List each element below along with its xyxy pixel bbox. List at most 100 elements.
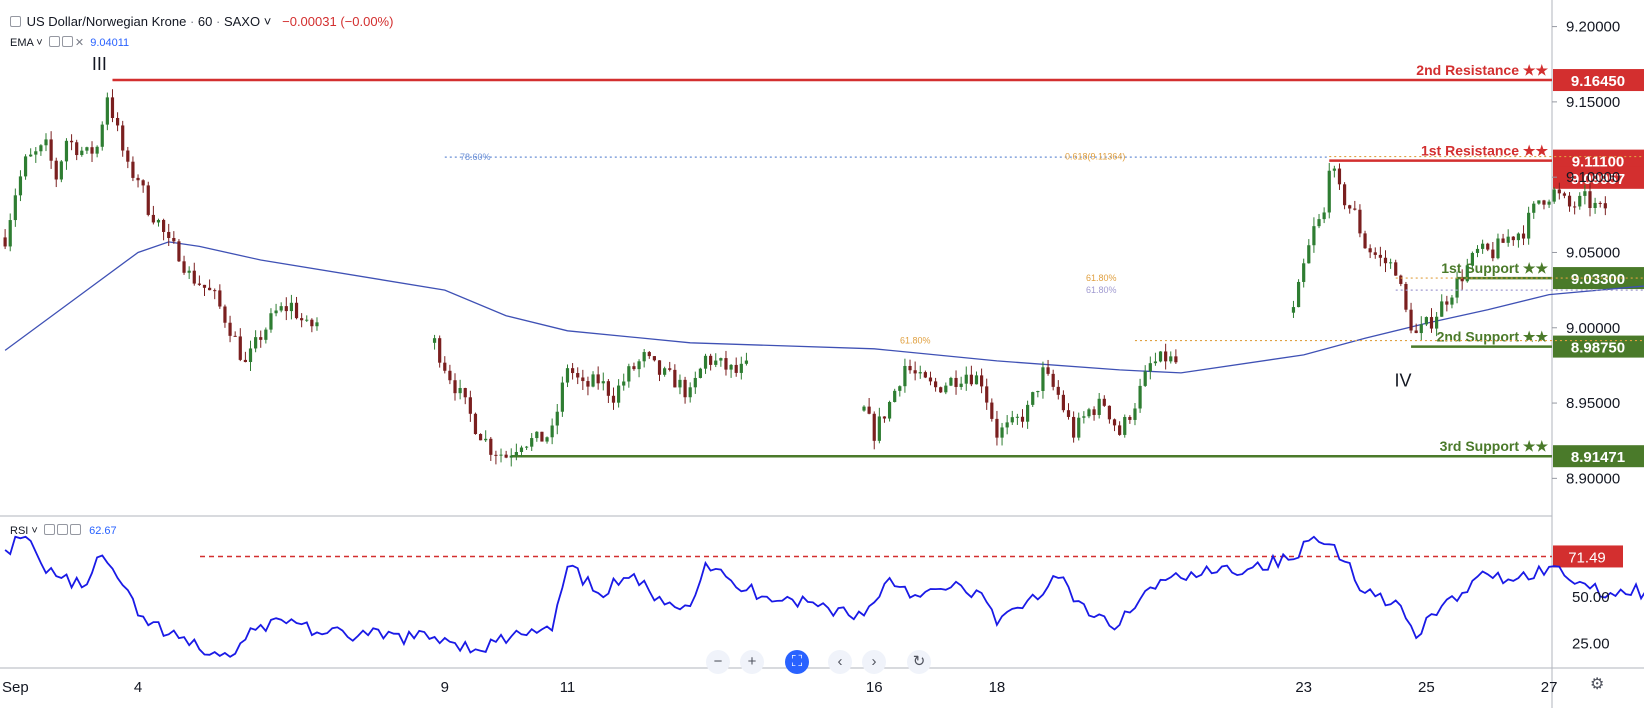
candle-body	[1107, 405, 1112, 420]
candle-body	[432, 338, 437, 343]
candle-body	[448, 370, 452, 381]
candle-body	[1046, 367, 1050, 374]
symbol-name[interactable]: US Dollar/Norwegian Krone	[27, 14, 187, 29]
candle-body	[1537, 200, 1541, 204]
level-price-label: 9.03300	[1571, 271, 1625, 288]
candle-body	[1138, 385, 1142, 409]
candle-body	[1322, 212, 1326, 220]
candle-body	[688, 387, 692, 398]
candle-body	[315, 322, 319, 327]
candle-body	[1332, 168, 1336, 171]
candle-body	[1123, 416, 1127, 435]
interval-label[interactable]: 60	[198, 14, 212, 29]
candle-body	[1296, 281, 1301, 308]
candle-body	[514, 452, 518, 456]
gear-icon[interactable]	[56, 524, 68, 535]
candle-body	[463, 388, 467, 398]
candle-body	[1440, 301, 1444, 317]
candle-body	[438, 338, 442, 363]
collapse-square-icon[interactable]	[10, 16, 21, 27]
candle-body	[1072, 416, 1076, 438]
reset-view-button[interactable]: ⛶	[785, 650, 809, 674]
candle-body	[709, 355, 713, 365]
scroll-right-button[interactable]: ›	[862, 650, 886, 674]
candle-body	[617, 385, 621, 403]
chevron-down-icon[interactable]: ˅	[264, 14, 272, 29]
candle-body	[269, 313, 273, 330]
candle-body	[100, 124, 104, 147]
chevron-down-icon[interactable]: ˅	[31, 525, 37, 537]
candle-body	[49, 139, 53, 161]
eye-icon[interactable]	[43, 524, 55, 535]
candle-body	[862, 406, 866, 411]
scroll-left-button[interactable]: ‹	[828, 650, 852, 674]
candle-body	[1015, 416, 1019, 418]
candle-body	[969, 374, 973, 385]
candle-body	[1583, 191, 1587, 196]
candle-body	[1363, 233, 1367, 249]
candle-body	[259, 337, 263, 340]
chevron-down-icon[interactable]: ˅	[36, 37, 42, 49]
candle-body	[678, 379, 682, 388]
candle-body	[1133, 408, 1137, 420]
candle-body	[1465, 265, 1469, 282]
candle-body	[499, 454, 503, 456]
candle-body	[69, 140, 74, 143]
candle-body	[1368, 248, 1372, 253]
price-tick-label: 8.90000	[1566, 470, 1620, 487]
candle-body	[1389, 262, 1393, 264]
close-icon[interactable]: ✕	[75, 37, 84, 49]
candle-body	[305, 319, 309, 321]
candle-body	[34, 151, 38, 155]
price-change: −0.00031 (−0.00%)	[282, 14, 394, 29]
fib-label: 0.618(9.11364)	[1065, 152, 1125, 162]
candle-body	[887, 401, 892, 419]
candle-body	[284, 306, 288, 312]
candle-body	[1031, 392, 1035, 405]
wave-label: IV	[1395, 371, 1412, 391]
candle-body	[1399, 275, 1403, 284]
candle-body	[294, 302, 299, 319]
fib-label: 61.80%	[1086, 273, 1117, 283]
candle-body	[289, 302, 294, 312]
ema-label[interactable]: EMA	[10, 37, 33, 49]
candle-body	[18, 176, 23, 196]
fib-label: 61.80%	[900, 336, 931, 346]
gear-icon[interactable]	[61, 36, 73, 47]
candle-body	[1557, 189, 1561, 194]
candle-body	[162, 219, 166, 232]
gear-icon[interactable]: ⚙	[1590, 674, 1604, 694]
candle-body	[1516, 233, 1521, 241]
price-tick-label: 8.95000	[1566, 395, 1620, 412]
rsi-level-label: 71.49	[1568, 549, 1606, 566]
level-name: 3rd Support ★★	[1440, 438, 1549, 454]
candle-body	[1552, 189, 1556, 202]
candle-body	[136, 177, 140, 181]
candle-body	[1511, 236, 1515, 241]
candle-body	[918, 372, 922, 374]
candle-body	[1383, 257, 1388, 264]
candle-body	[698, 368, 703, 378]
price-tick-label: 9.00000	[1566, 320, 1620, 337]
zoom-out-button[interactable]: −	[706, 650, 730, 674]
close-icon[interactable]	[69, 524, 81, 535]
candle-body	[197, 283, 201, 285]
rsi-legend: RSI ˅ 62.67	[10, 524, 117, 537]
rsi-tick-label: 25.00	[1572, 636, 1610, 653]
zoom-in-button[interactable]: +	[740, 650, 764, 674]
candle-body	[1010, 417, 1014, 423]
candle-body	[1588, 191, 1592, 208]
candle-body	[1066, 410, 1071, 417]
price-chart[interactable]: 2nd Resistance ★★9.164501st Resistance ★…	[0, 0, 1644, 708]
candle-body	[1542, 200, 1546, 205]
eye-icon[interactable]	[48, 36, 60, 47]
candle-body	[1312, 226, 1316, 246]
candle-body	[1603, 203, 1607, 209]
rsi-label[interactable]: RSI	[10, 525, 28, 537]
candle-body	[1118, 425, 1122, 435]
refresh-button[interactable]: ↻	[907, 650, 931, 674]
candle-body	[1128, 416, 1132, 420]
candle-body	[744, 360, 749, 364]
candle-body	[1501, 238, 1505, 243]
candle-body	[898, 386, 902, 391]
